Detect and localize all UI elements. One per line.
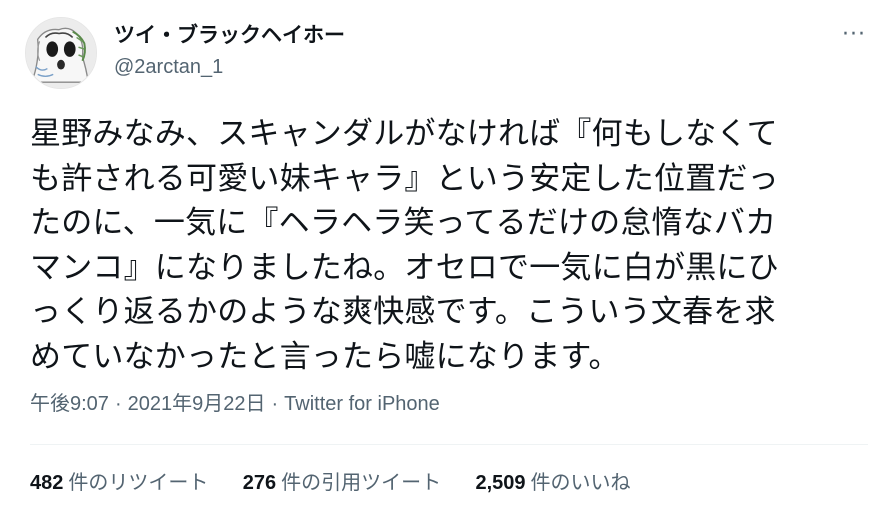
likes-stat[interactable]: 2,509 件のいいね	[475, 469, 630, 496]
retweets-stat[interactable]: 482 件のリツイート	[30, 469, 208, 496]
tweet-metadata: 午後9:07 · 2021年9月22日 · Twitter for iPhone	[30, 391, 440, 417]
likes-count: 2,509	[475, 472, 526, 494]
tweet-card: ツイ・ブラックヘイホー @2arctan_1 ··· 星野みなみ、スキャンダルが…	[0, 0, 894, 522]
avatar[interactable]	[25, 17, 97, 89]
quotes-label: 件の引用ツイート	[281, 470, 442, 494]
likes-label: 件のいいね	[530, 470, 631, 494]
meta-separator: ·	[114, 393, 122, 415]
tweet-source[interactable]: Twitter for iPhone	[284, 393, 440, 415]
engagement-stats: 482 件のリツイート 276 件の引用ツイート 2,509 件のいいね	[30, 469, 659, 496]
avatar-image	[26, 18, 96, 88]
quotes-stat[interactable]: 276 件の引用ツイート	[243, 469, 441, 496]
quotes-count: 276	[242, 472, 277, 494]
more-options-icon[interactable]: ···	[836, 24, 872, 46]
user-handle[interactable]: @2arctan_1	[114, 55, 223, 79]
meta-separator: ·	[271, 393, 279, 415]
retweets-count: 482	[30, 472, 64, 494]
display-name[interactable]: ツイ・ブラックヘイホー	[114, 22, 345, 48]
divider	[30, 444, 868, 445]
tweet-text: 星野みなみ、スキャンダルがなければ『何もしなくて も許される可愛い妹キャラ』とい…	[30, 116, 779, 375]
tweet-date[interactable]: 2021年9月22日	[128, 393, 266, 415]
tweet-time[interactable]: 午後9:07	[30, 393, 109, 415]
retweets-label: 件のリツイート	[68, 470, 209, 494]
